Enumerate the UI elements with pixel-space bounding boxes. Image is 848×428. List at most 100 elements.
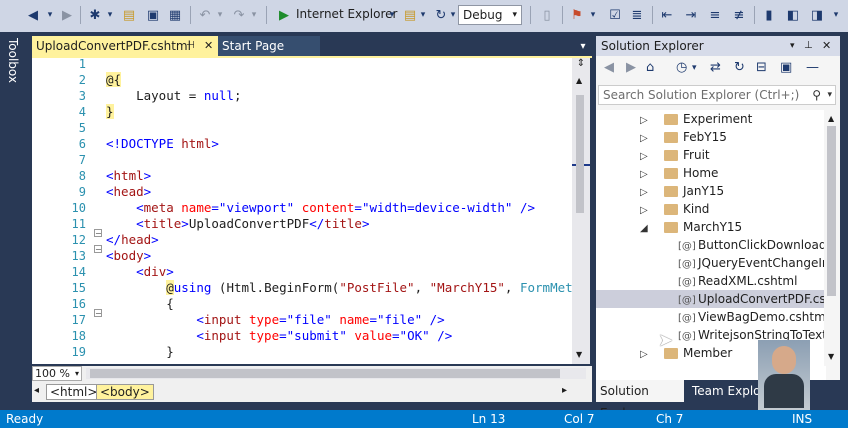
tree-folder[interactable]: ▷ Kind: [596, 200, 826, 218]
configuration-select[interactable]: Debug ▾: [458, 5, 522, 25]
collapse-all-icon[interactable]: ⊟: [756, 60, 767, 80]
code-line[interactable]: </head>: [106, 232, 159, 248]
sync-icon[interactable]: ⇄: [710, 60, 721, 80]
refresh-icon[interactable]: ↻: [734, 60, 745, 80]
browser-link-icon[interactable]: ▤: [402, 5, 418, 25]
toolbox-label[interactable]: Toolbox: [6, 38, 20, 83]
zoom-select[interactable]: 100 % ▾: [32, 366, 82, 381]
find-dropdown-icon[interactable]: ▾: [588, 5, 598, 25]
code-line[interactable]: <div>: [106, 264, 174, 280]
forward-icon[interactable]: ▶: [58, 5, 76, 25]
scroll-down-icon[interactable]: ▼: [576, 350, 582, 359]
tree-file[interactable]: [@] ViewBagDemo.cshtml: [596, 308, 826, 326]
search-icon[interactable]: ⚲: [812, 86, 821, 104]
breadcrumb-right-icon[interactable]: ▸: [562, 385, 567, 396]
tab-start-page[interactable]: Start Page: [218, 36, 320, 56]
horizontal-scrollbar[interactable]: [86, 368, 586, 379]
close-icon[interactable]: ✕: [204, 36, 213, 56]
tab-upload-convert-pdf[interactable]: UploadConvertPDF.cshtml ⊣ ✕: [32, 36, 218, 56]
open-file-icon[interactable]: ▤: [120, 5, 138, 25]
new-dropdown-icon[interactable]: ▾: [104, 5, 116, 25]
properties-icon[interactable]: —: [806, 60, 819, 80]
tree-folder[interactable]: ▷ Fruit: [596, 146, 826, 164]
tree-folder[interactable]: ▷ FebY15: [596, 128, 826, 146]
pending-dropdown-icon[interactable]: ▾: [692, 63, 697, 83]
breadcrumb-left-icon[interactable]: ◂: [34, 385, 39, 396]
toolbar-overflow-icon[interactable]: ▾: [830, 5, 842, 25]
tree-file[interactable]: [@] ReadXML.cshtml: [596, 272, 826, 290]
redo-dropdown-icon[interactable]: ▾: [248, 5, 260, 25]
run-target-label[interactable]: Internet Explorer: [296, 7, 397, 21]
back-icon[interactable]: ◀: [24, 5, 42, 25]
code-line[interactable]: }: [106, 344, 174, 360]
code-line[interactable]: @using (Html.BeginForm("PostFile", "Marc…: [106, 280, 572, 296]
fold-body-icon[interactable]: −: [94, 309, 102, 318]
code-line[interactable]: Layout = null;: [106, 88, 241, 104]
find-icon[interactable]: ⚑: [568, 5, 586, 25]
bookmark-prev-icon[interactable]: ◧: [784, 5, 802, 25]
breadcrumb-body[interactable]: <body>: [96, 384, 154, 400]
run-target-dropdown-icon[interactable]: ▾: [386, 5, 398, 25]
code-editor[interactable]: 1 2 3 4 5 6 7 8 9 10 11 12 13 14 15 16 17 18 19 @{ Layout …: [32, 58, 572, 364]
redo-icon[interactable]: ↷: [230, 5, 248, 25]
se-forward-icon[interactable]: ▶: [626, 60, 636, 80]
code-line[interactable]: <html>: [106, 168, 151, 184]
toolbox-strip[interactable]: [0, 32, 28, 410]
save-icon[interactable]: ▣: [144, 5, 162, 25]
tab-overflow-icon[interactable]: ▾: [576, 36, 590, 56]
code-line[interactable]: @{: [106, 72, 122, 88]
code-line[interactable]: <head>: [106, 184, 151, 200]
browser-dropdown-icon[interactable]: ▾: [418, 5, 428, 25]
search-options-icon[interactable]: ▾: [827, 86, 832, 104]
undo-dropdown-icon[interactable]: ▾: [214, 5, 226, 25]
tree-file[interactable]: [@] ButtonClickDownloadF: [596, 236, 826, 254]
tree-file[interactable]: [@] JQueryEventChangeIm: [596, 254, 826, 272]
scroll-up-icon[interactable]: ▲: [828, 114, 834, 123]
tree-file[interactable]: [@] UploadConvertPDF.csh: [596, 290, 826, 308]
tree-folder[interactable]: ▷ JanY15: [596, 182, 826, 200]
code-line[interactable]: <title>UploadConvertPDF</title>: [106, 216, 369, 232]
back-dropdown-icon[interactable]: ▾: [44, 5, 56, 25]
collapsed-arrow-icon[interactable]: ▷: [640, 346, 654, 364]
breadcrumb-html[interactable]: <html>: [46, 384, 102, 400]
save-all-icon[interactable]: ▦: [166, 5, 184, 25]
fold-head-icon[interactable]: −: [94, 245, 102, 254]
pin-icon[interactable]: ⊣: [186, 36, 195, 56]
refresh-dropdown-icon[interactable]: ▾: [448, 5, 458, 25]
code-line[interactable]: {: [106, 296, 174, 312]
pending-changes-icon[interactable]: ◷: [676, 60, 687, 80]
align-icon[interactable]: ≣: [628, 5, 646, 25]
start-debug-icon[interactable]: ▶: [276, 5, 292, 25]
tree-folder[interactable]: ▷ Home: [596, 164, 826, 182]
home-icon[interactable]: ⌂: [646, 60, 654, 80]
code-line[interactable]: <input type="file" name="file" />: [106, 312, 444, 328]
code-line[interactable]: }: [106, 104, 114, 120]
fold-html-icon[interactable]: −: [94, 229, 102, 238]
format-icon[interactable]: ☑: [606, 5, 624, 25]
tree-folder[interactable]: ▷ Experiment: [596, 110, 826, 128]
split-icon[interactable]: ⇕: [574, 58, 588, 72]
uncomment-icon[interactable]: ≢: [730, 5, 748, 25]
close-icon[interactable]: ✕: [822, 36, 831, 56]
bookmark-icon[interactable]: ▮: [760, 5, 778, 25]
solution-explorer-search[interactable]: Search Solution Explorer (Ctrl+;) ⚲ ▾: [598, 85, 836, 105]
new-project-icon[interactable]: ✱: [86, 5, 104, 25]
code-line[interactable]: <input type="submit" value="OK" />: [106, 328, 452, 344]
bookmark-next-icon[interactable]: ◨: [808, 5, 826, 25]
code-line[interactable]: <meta name="viewport" content="width=dev…: [106, 200, 535, 216]
decrease-indent-icon[interactable]: ⇤: [658, 5, 676, 25]
code-line[interactable]: <!DOCTYPE html>: [106, 136, 219, 152]
tab-solution-explorer[interactable]: Solution Expl...: [596, 380, 684, 420]
panel-menu-icon[interactable]: ▾: [790, 36, 795, 56]
device-icon[interactable]: ▯: [538, 5, 556, 25]
editor-scroll-thumb[interactable]: [576, 95, 584, 213]
comment-icon[interactable]: ≡: [706, 5, 724, 25]
scroll-down-icon[interactable]: ▼: [828, 352, 834, 361]
tree-folder[interactable]: ◢ MarchY15: [596, 218, 826, 236]
increase-indent-icon[interactable]: ⇥: [682, 5, 700, 25]
pin-icon[interactable]: ⊥: [804, 36, 813, 56]
tree-scroll-thumb[interactable]: [827, 126, 836, 296]
scroll-up-icon[interactable]: ▲: [576, 76, 582, 85]
horizontal-scroll-thumb[interactable]: [90, 369, 560, 378]
tree-vertical-scrollbar[interactable]: ▲ ▼: [824, 110, 840, 366]
